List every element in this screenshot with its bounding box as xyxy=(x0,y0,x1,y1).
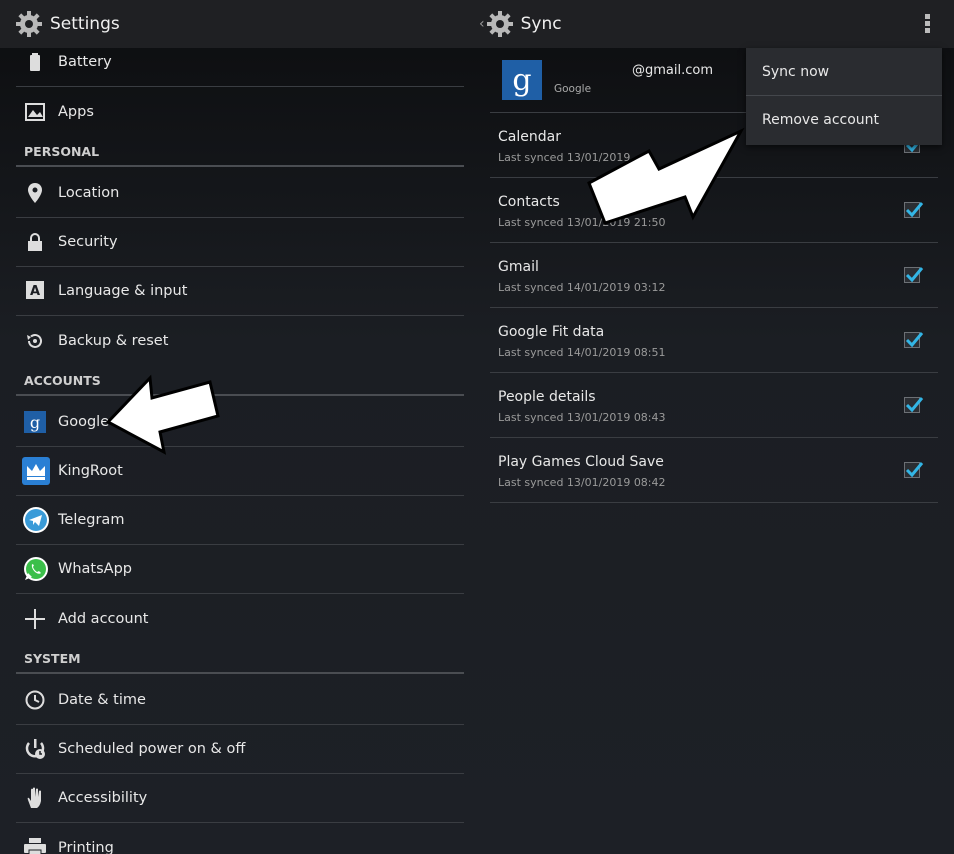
sync-item-gmail[interactable]: Gmail Last synced 14/01/2019 03:12 xyxy=(490,243,938,308)
google-icon: g xyxy=(502,60,542,100)
settings-item-telegram[interactable]: Telegram xyxy=(16,496,464,545)
settings-item-label: Google xyxy=(58,414,110,430)
settings-item-scheduled-power[interactable]: Scheduled power on & off xyxy=(16,725,464,774)
sync-item-name: Calendar xyxy=(498,129,561,145)
settings-pane: Settings Battery Apps PERSONAL Location xyxy=(0,0,477,854)
settings-item-label: WhatsApp xyxy=(58,561,132,577)
telegram-icon xyxy=(22,506,50,534)
section-header-accounts: ACCOUNTS xyxy=(16,366,464,396)
menu-item-remove-account[interactable]: Remove account xyxy=(746,96,942,144)
overflow-menu: Sync now Remove account xyxy=(746,48,942,145)
settings-item-kingroot[interactable]: KingRoot xyxy=(16,447,464,496)
settings-item-battery[interactable]: Battery xyxy=(16,38,464,87)
svg-text:g: g xyxy=(512,63,531,98)
google-icon: g xyxy=(24,411,46,433)
settings-item-apps[interactable]: Apps xyxy=(16,87,464,136)
hand-icon xyxy=(24,787,46,809)
sync-item-google-fit[interactable]: Google Fit data Last synced 14/01/2019 0… xyxy=(490,308,938,373)
backup-icon xyxy=(24,330,46,352)
sync-checkbox[interactable] xyxy=(904,332,924,348)
plus-icon xyxy=(24,608,46,630)
keyboard-icon: A xyxy=(24,280,46,302)
settings-item-label: Accessibility xyxy=(58,790,148,806)
svg-text:A: A xyxy=(30,284,40,299)
location-icon xyxy=(24,182,46,204)
settings-item-label: Backup & reset xyxy=(58,332,169,349)
sync-item-last-synced: Last synced 14/01/2019 03:12 xyxy=(498,281,666,294)
sync-checkbox[interactable] xyxy=(904,397,924,413)
overflow-menu-icon[interactable] xyxy=(922,12,932,36)
section-header-personal: PERSONAL xyxy=(16,137,464,167)
apps-icon xyxy=(24,101,46,123)
settings-item-accessibility[interactable]: Accessibility xyxy=(16,774,464,823)
power-icon xyxy=(24,738,46,760)
account-email: @gmail.com xyxy=(632,63,714,78)
settings-item-add-account[interactable]: Add account xyxy=(16,594,464,643)
sync-item-name: Contacts xyxy=(498,194,560,210)
sync-item-play-games[interactable]: Play Games Cloud Save Last synced 13/01/… xyxy=(490,438,938,503)
sync-item-last-synced: Last synced 13/01/2019 08:43 xyxy=(498,411,666,424)
sync-item-last-synced: Last synced 13/01/2019 xyxy=(498,151,631,164)
settings-item-label: Add account xyxy=(58,610,149,627)
settings-item-label: Scheduled power on & off xyxy=(58,741,246,757)
settings-item-label: Apps xyxy=(58,103,94,120)
battery-icon xyxy=(24,51,46,73)
settings-item-label: Location xyxy=(58,185,120,201)
sync-checkbox[interactable] xyxy=(904,202,924,218)
settings-item-printing[interactable]: Printing xyxy=(16,823,464,854)
sync-action-bar: ‹ Sync xyxy=(477,0,954,48)
sync-item-last-synced: Last synced 13/01/2019 08:42 xyxy=(498,476,666,489)
sync-item-last-synced: Last synced 13/01/2019 21:50 xyxy=(498,216,666,229)
lock-icon xyxy=(24,231,46,253)
whatsapp-icon xyxy=(22,555,50,583)
section-header-system: SYSTEM xyxy=(16,644,464,674)
settings-item-google[interactable]: g Google xyxy=(16,398,464,447)
settings-item-label: Language & input xyxy=(58,283,188,299)
gear-icon[interactable] xyxy=(485,9,515,39)
kingroot-icon xyxy=(22,457,50,485)
sync-item-people-details[interactable]: People details Last synced 13/01/2019 08… xyxy=(490,373,938,438)
settings-item-location[interactable]: Location xyxy=(16,169,464,218)
settings-item-whatsapp[interactable]: WhatsApp xyxy=(16,545,464,594)
settings-item-label: Telegram xyxy=(58,512,125,528)
menu-item-sync-now[interactable]: Sync now xyxy=(746,48,942,96)
sync-item-name: People details xyxy=(498,389,596,405)
settings-item-date-time[interactable]: Date & time xyxy=(16,676,464,725)
sync-item-name: Play Games Cloud Save xyxy=(498,454,664,470)
settings-item-label: KingRoot xyxy=(58,463,123,479)
printer-icon xyxy=(24,837,46,854)
gear-icon[interactable] xyxy=(14,9,44,39)
page-title: Settings xyxy=(50,14,120,34)
account-type: Google xyxy=(554,83,592,95)
clock-icon xyxy=(24,689,46,711)
settings-item-label: Date & time xyxy=(58,692,146,708)
sync-checkbox[interactable] xyxy=(904,267,924,283)
sync-item-last-synced: Last synced 14/01/2019 08:51 xyxy=(498,346,666,359)
settings-item-label: Battery xyxy=(58,54,112,70)
settings-item-backup[interactable]: Backup & reset xyxy=(16,316,464,365)
svg-text:g: g xyxy=(30,413,40,432)
sync-checkbox[interactable] xyxy=(904,462,924,478)
sync-item-contacts[interactable]: Contacts Last synced 13/01/2019 21:50 xyxy=(490,178,938,243)
sync-item-name: Google Fit data xyxy=(498,324,605,340)
settings-item-label: Printing xyxy=(58,839,114,854)
sync-item-name: Gmail xyxy=(498,259,539,275)
settings-item-security[interactable]: Security xyxy=(16,218,464,267)
page-title: Sync xyxy=(520,14,562,34)
settings-item-label: Security xyxy=(58,234,118,250)
settings-item-language[interactable]: A Language & input xyxy=(16,267,464,316)
